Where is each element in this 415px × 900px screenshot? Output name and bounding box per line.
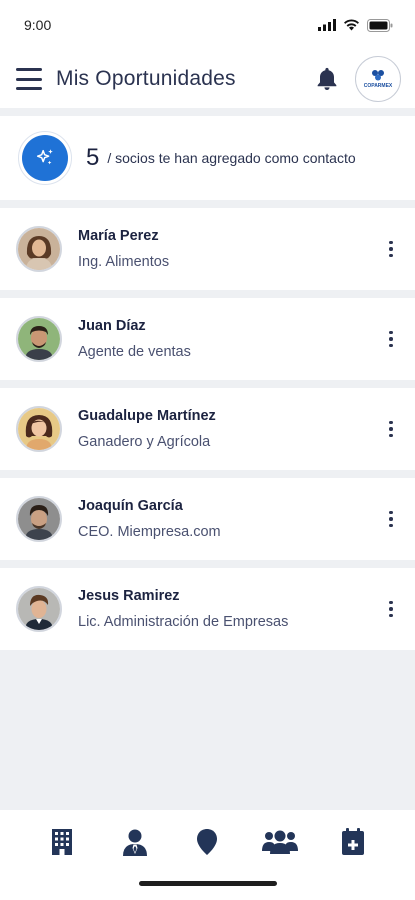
contact-info: Jesus Ramirez Lic. Administración de Emp… — [78, 588, 381, 630]
status-time: 9:00 — [24, 17, 52, 33]
avatar — [16, 226, 62, 272]
avatar-photo — [18, 318, 60, 360]
contact-role: CEO. Miempresa.com — [78, 524, 221, 540]
contact-info: Guadalupe Martínez Ganadero y Agrícola — [78, 408, 381, 450]
contact-role: Ing. Alimentos — [78, 254, 170, 270]
avatar-photo — [18, 408, 60, 450]
sparkle-stars-icon — [36, 149, 53, 165]
more-options-icon[interactable] — [381, 327, 401, 351]
status-icons — [318, 18, 393, 32]
status-bar: 9:00 — [0, 0, 415, 50]
banner-icon-circle — [22, 135, 68, 181]
avatar — [16, 496, 62, 542]
contact-row[interactable]: Jesus Ramirez Lic. Administración de Emp… — [0, 568, 415, 650]
bottom-nav — [0, 810, 415, 900]
user-tie-icon — [122, 829, 147, 856]
nav-contacts[interactable] — [262, 826, 299, 858]
contact-name: María Perez — [78, 228, 159, 244]
avatar-photo — [18, 498, 60, 540]
more-options-icon[interactable] — [381, 237, 401, 261]
banner-text: / socios te han agregado como contacto — [107, 150, 356, 166]
avatar-photo — [18, 588, 60, 630]
nav-calendar[interactable] — [335, 826, 371, 858]
organization-logo-text: COPARMEX — [363, 83, 393, 89]
wifi-icon — [344, 19, 359, 31]
contact-role: Agente de ventas — [78, 344, 191, 360]
page-title: Mis Oportunidades — [56, 67, 236, 90]
contact-name: Joaquín García — [78, 498, 183, 514]
avatar-photo — [18, 228, 60, 270]
nav-profile[interactable] — [117, 826, 153, 858]
nav-building[interactable] — [44, 826, 80, 858]
contact-info: Juan Díaz Agente de ventas — [78, 318, 381, 360]
contact-role: Lic. Administración de Empresas — [78, 614, 289, 630]
more-options-icon[interactable] — [381, 417, 401, 441]
contact-row[interactable]: Joaquín García CEO. Miempresa.com — [0, 478, 415, 560]
organization-logo-icon — [372, 70, 384, 81]
contact-row[interactable]: Juan Díaz Agente de ventas — [0, 298, 415, 380]
battery-icon — [367, 18, 393, 32]
contact-row[interactable]: María Perez Ing. Alimentos — [0, 208, 415, 290]
calendar-plus-icon — [341, 828, 364, 855]
users-icon — [262, 830, 299, 854]
app-header: Mis Oportunidades COPARMEX — [0, 50, 415, 108]
building-icon — [52, 829, 73, 855]
contact-name: Juan Díaz — [78, 318, 146, 334]
map-pin-icon — [197, 829, 218, 855]
avatar — [16, 406, 62, 452]
contact-info: María Perez Ing. Alimentos — [78, 228, 381, 270]
contact-row[interactable]: Guadalupe Martínez Ganadero y Agrícola — [0, 388, 415, 470]
nav-location[interactable] — [189, 826, 225, 858]
signal-icon — [318, 19, 336, 31]
organization-logo[interactable]: COPARMEX — [355, 56, 401, 102]
contact-name: Guadalupe Martínez — [78, 408, 216, 424]
contact-info: Joaquín García CEO. Miempresa.com — [78, 498, 381, 540]
banner-icon-ring — [18, 131, 72, 185]
contact-role: Ganadero y Agrícola — [78, 434, 211, 450]
banner-count: 5 — [86, 144, 100, 171]
contact-name: Jesus Ramirez — [78, 588, 180, 604]
more-options-icon[interactable] — [381, 597, 401, 621]
avatar — [16, 586, 62, 632]
bell-icon[interactable] — [313, 65, 341, 93]
menu-icon[interactable] — [16, 68, 42, 90]
contact-list: María Perez Ing. Alimentos Juan Díaz Age… — [0, 208, 415, 650]
more-options-icon[interactable] — [381, 507, 401, 531]
avatar — [16, 316, 62, 362]
home-indicator — [139, 881, 277, 886]
contacts-banner[interactable]: 5 / socios te han agregado como contacto — [0, 116, 415, 200]
